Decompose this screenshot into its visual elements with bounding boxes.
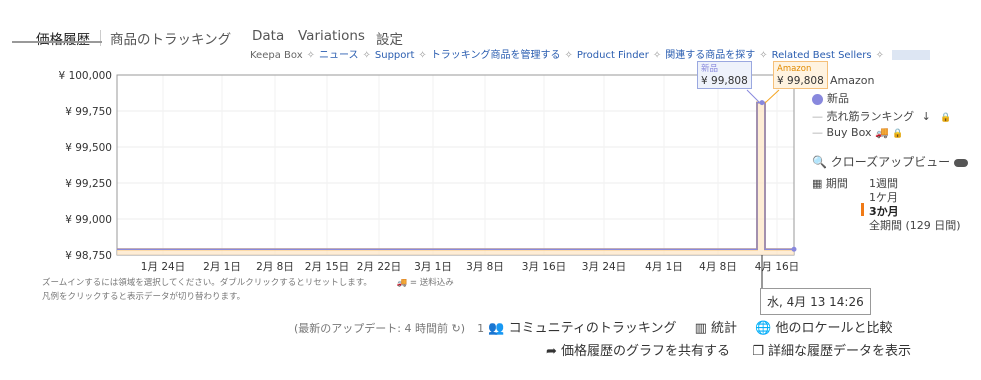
legend-buy-box[interactable]: — Buy Box 🚚 🔒: [812, 126, 903, 139]
selected-range-marker: [861, 203, 864, 216]
refresh-icon[interactable]: ↻): [448, 322, 465, 335]
legend-sales-rank-label: 売れ筋ランキング: [826, 110, 915, 123]
legend-sales-rank[interactable]: — 売れ筋ランキング ↓ 🔒: [812, 108, 952, 124]
legend-amazon[interactable]: Amazon: [830, 74, 874, 87]
x-tick-label: 1月 24日: [140, 261, 186, 273]
series-line-new: [117, 101, 794, 250]
lock-icon: 🔒: [892, 129, 904, 139]
lock-icon: 🔒: [940, 113, 952, 123]
tooltip-new: 新品 ¥ 99,808: [697, 61, 752, 89]
community-count: 1: [477, 322, 485, 335]
magnifier-icon: 🔍: [812, 155, 827, 169]
x-tick-label: 3月 16日: [521, 261, 567, 273]
x-tick-label: 3月 24日: [581, 261, 627, 273]
x-tick-label: 2月 22日: [356, 261, 402, 273]
sort-icon: ↓: [921, 110, 931, 123]
plot-border: [116, 74, 795, 256]
calendar-icon: ▦: [812, 177, 823, 190]
line-icon: —: [812, 110, 823, 123]
shipping-truck-icon: 🚚: [396, 278, 408, 288]
line-icon: —: [812, 126, 823, 139]
series-line-amazon: [117, 101, 794, 251]
last-update: (最新のアップデート: 4 時間前: [294, 322, 448, 335]
footer-row-2: ➦ 価格履歴のグラフを共有する ❐ 詳細な履歴データを表示: [546, 340, 911, 359]
x-tick-label: 4月 16日: [754, 261, 800, 273]
toggle-icon[interactable]: [954, 158, 969, 167]
tooltip-amazon-value: ¥ 99,808: [777, 75, 824, 87]
x-tick-label: 2月 15日: [304, 261, 350, 273]
x-tick-label: 2月 1日: [203, 261, 241, 273]
period-label: 期間: [825, 177, 848, 190]
closeup-toggle[interactable]: 🔍 クローズアップビュー: [812, 153, 969, 170]
x-tick-label: 4月 8日: [699, 261, 737, 273]
legend-new[interactable]: 新品: [812, 90, 849, 106]
x-tick-label: 2月 8日: [256, 261, 294, 273]
copy-icon: ❐: [752, 344, 764, 359]
community-icon: 👥: [488, 321, 505, 336]
stats-link[interactable]: 統計: [711, 321, 737, 336]
detail-history-link[interactable]: 詳細な履歴データを表示: [768, 344, 911, 359]
date-tooltip: 水, 4月 13 14:26: [760, 288, 871, 315]
legend-hint: 凡例をクリックすると表示データが切り替わります。: [42, 292, 246, 302]
shipping-truck-icon: 🚚: [874, 126, 889, 139]
community-tracking-link[interactable]: コミュニティのトラッキング: [509, 321, 677, 336]
x-tick-label: 3月 1日: [414, 261, 452, 273]
range-all[interactable]: 全期間 (129 日間): [869, 217, 961, 233]
shipping-hint: = 送料込み: [409, 278, 454, 288]
legend-buy-box-label: Buy Box: [826, 126, 872, 139]
tooltip-new-label: 新品: [701, 64, 719, 74]
tooltip-amazon: Amazon ¥ 99,808: [773, 61, 828, 89]
x-tick-label: 3月 8日: [466, 261, 504, 273]
globe-icon: 🌐: [755, 321, 772, 336]
x-tick-label: 4月 1日: [645, 261, 683, 273]
period-label-group: ▦ 期間: [812, 175, 848, 191]
tooltip-new-value: ¥ 99,808: [701, 75, 748, 87]
tooltip-amazon-label: Amazon: [777, 64, 812, 74]
stats-icon: ▥: [694, 321, 707, 336]
series-end-point: [791, 246, 797, 252]
closeup-label: クローズアップビュー: [830, 155, 951, 169]
tooltip-pointer: [746, 89, 761, 104]
amazon-area-fill: [117, 102, 794, 255]
compare-locales-link[interactable]: 他のロケールと比較: [776, 321, 893, 336]
new-dot-icon: [812, 93, 823, 105]
footer-row-1: (最新のアップデート: 4 時間前 ↻) 1 👥 コミュニティのトラッキング ▥…: [294, 317, 893, 336]
share-chart-link[interactable]: 価格履歴のグラフを共有する: [561, 344, 730, 359]
zoom-hint: ズームインするには領域を選択してください。ダブルクリックするとリセットします。 …: [42, 276, 454, 288]
legend-new-label: 新品: [827, 92, 849, 105]
share-icon: ➦: [546, 344, 557, 359]
zoom-hint-text: ズームインするには領域を選択してください。ダブルクリックするとリセットします。: [42, 278, 372, 288]
